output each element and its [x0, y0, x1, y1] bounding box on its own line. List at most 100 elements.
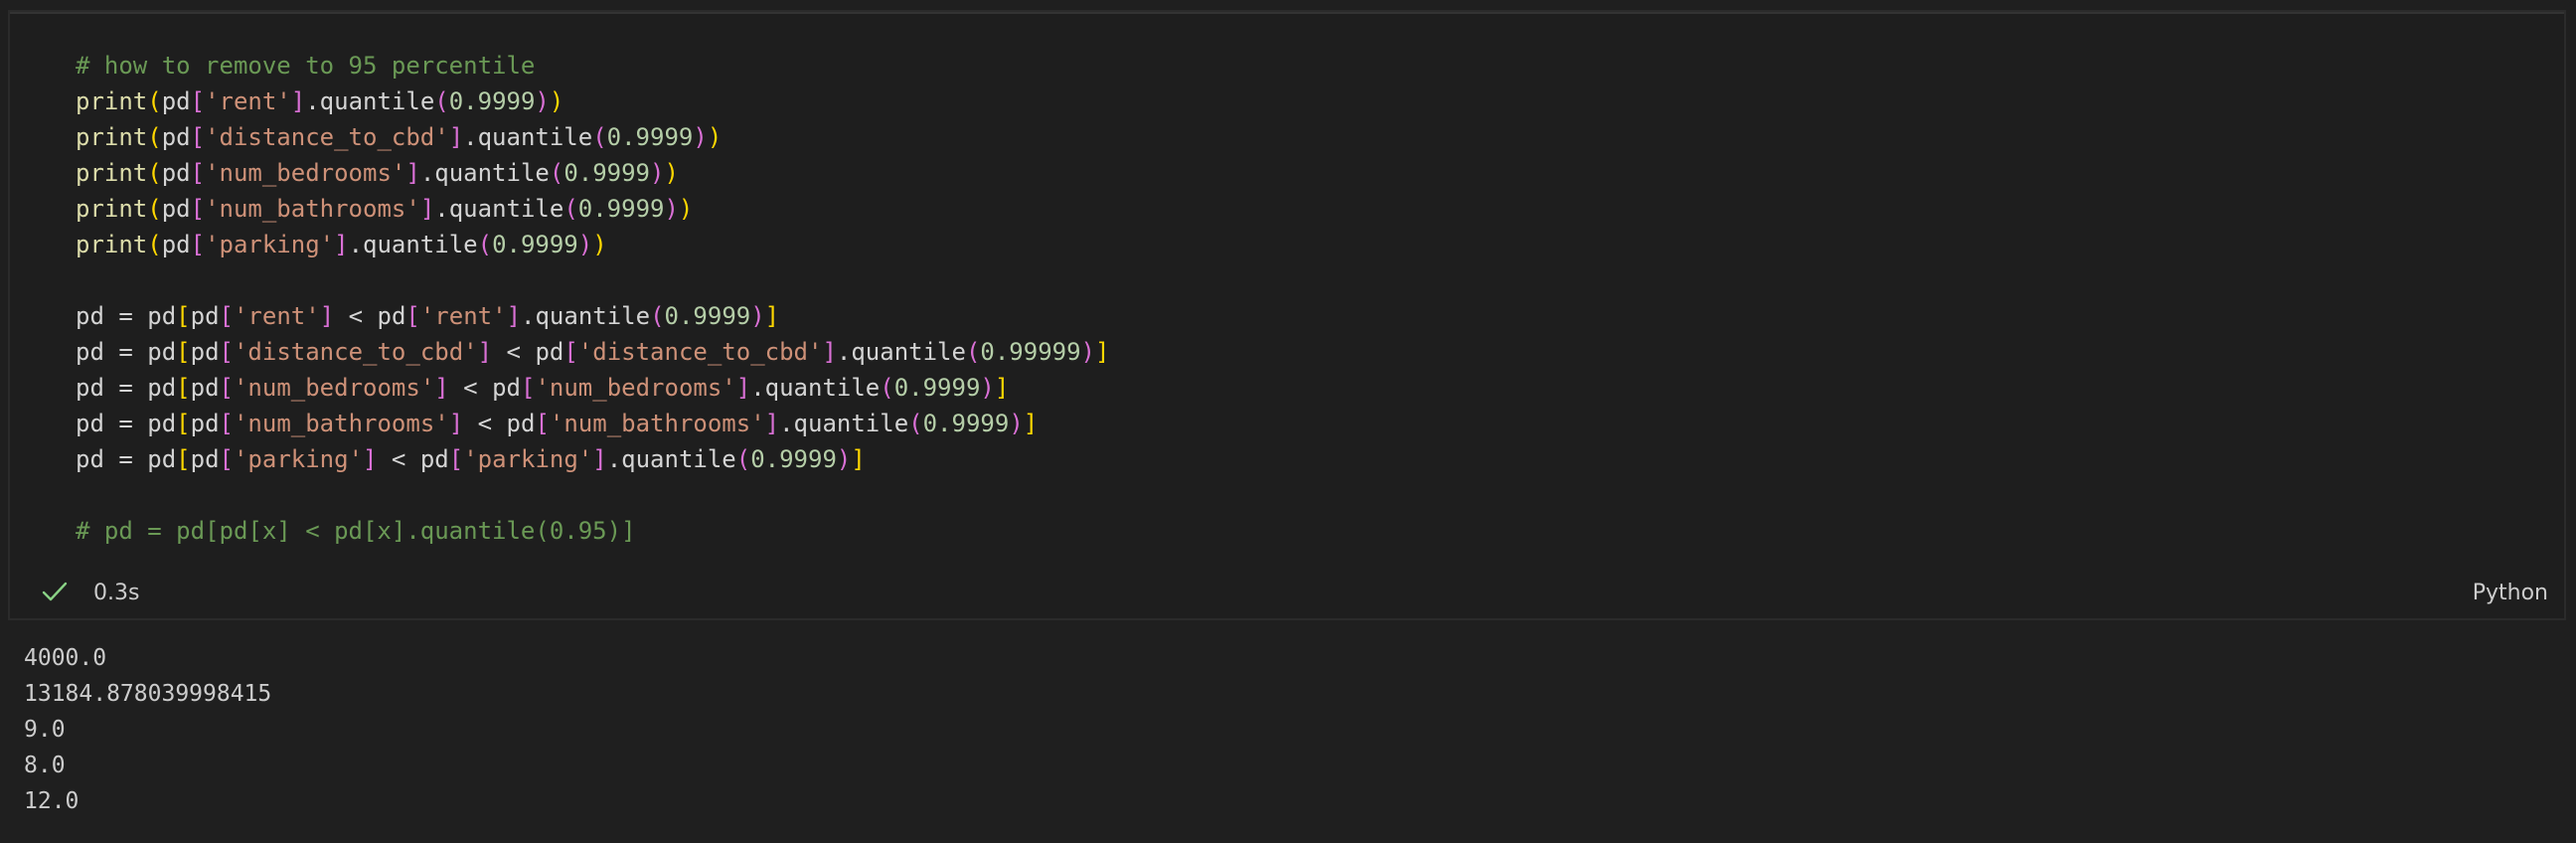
code-token: =: [118, 374, 133, 402]
code-token: =: [118, 445, 133, 473]
code-token: (: [147, 123, 162, 151]
code-token: =: [118, 410, 133, 437]
code-token: (: [477, 231, 493, 258]
code-token: 0.9999: [606, 123, 694, 151]
code-token: ): [836, 445, 852, 473]
code-token: pd: [161, 123, 191, 151]
code-token: (: [965, 338, 981, 366]
code-token: [: [176, 374, 191, 402]
code-token: print: [76, 123, 148, 151]
code-token: pd: [161, 87, 191, 115]
code-token: (: [650, 302, 665, 330]
code-line: print(pd['distance_to_cbd'].quantile(0.9…: [76, 119, 1109, 155]
code-token: ): [693, 123, 708, 151]
code-token: .quantile: [750, 374, 881, 402]
code-token: [: [190, 231, 206, 258]
code-token: pd: [132, 374, 177, 402]
code-token: 'parking': [205, 231, 335, 258]
language-selector[interactable]: Python: [2473, 581, 2548, 605]
code-token: 0.9999: [922, 410, 1010, 437]
code-token: ): [1080, 338, 1095, 366]
code-token: # how to remove to 95 percentile: [76, 52, 536, 80]
code-token: 0.9999: [492, 231, 578, 258]
code-token: print: [76, 159, 148, 187]
code-token: .quantile: [521, 302, 651, 330]
code-token: (: [564, 195, 578, 223]
code-line: pd = pd[pd['num_bedrooms'] < pd['num_bed…: [76, 370, 1109, 406]
code-token: =: [118, 302, 133, 330]
code-token: ): [980, 374, 995, 402]
code-token: ): [678, 195, 694, 223]
code-line: pd = pd[pd['parking'] < pd['parking'].qu…: [76, 441, 1109, 477]
code-line: print(pd['parking'].quantile(0.9999)): [76, 227, 1109, 262]
code-line: pd = pd[pd['distance_to_cbd'] < pd['dist…: [76, 334, 1109, 370]
code-editor[interactable]: # how to remove to 95 percentile print(pd…: [76, 48, 1109, 549]
code-token: ]: [735, 374, 751, 402]
code-token: [: [190, 87, 206, 115]
code-cell[interactable]: # how to remove to 95 percentile print(pd…: [8, 10, 2566, 620]
code-token: ]: [448, 410, 464, 437]
code-token: .quantile: [305, 87, 435, 115]
code-token: 0.9999: [893, 374, 981, 402]
code-token: .quantile: [434, 195, 564, 223]
code-token: pd: [161, 195, 191, 223]
code-token: [: [190, 195, 206, 223]
code-token: pd: [419, 445, 449, 473]
code-token: ]: [405, 159, 420, 187]
code-token: .quantile: [836, 338, 966, 366]
code-token: 'num_bedrooms': [205, 159, 406, 187]
code-token: 0.9999: [750, 445, 837, 473]
code-token: <: [334, 302, 378, 330]
code-token: pd: [132, 302, 177, 330]
code-token: ): [549, 87, 564, 115]
code-token: [: [190, 159, 206, 187]
code-token: ): [664, 159, 679, 187]
output-line: 9.0: [24, 717, 66, 743]
code-token: pd: [190, 445, 220, 473]
code-token: 'parking': [233, 445, 364, 473]
code-token: (: [880, 374, 894, 402]
code-line: # pd = pd[pd[x] < pd[x].quantile(0.95)]: [76, 513, 1109, 549]
code-token: [: [190, 123, 206, 151]
code-token: 'parking': [463, 445, 593, 473]
code-token: (: [908, 410, 923, 437]
code-token: [: [176, 445, 191, 473]
code-token: [: [521, 374, 536, 402]
code-token: ]: [434, 374, 449, 402]
code-token: (: [147, 195, 162, 223]
code-token: ): [707, 123, 723, 151]
code-token: [: [535, 410, 550, 437]
code-line: print(pd['num_bathrooms'].quantile(0.999…: [76, 191, 1109, 227]
code-token: ): [592, 231, 607, 258]
code-token: ]: [363, 445, 378, 473]
code-token: [: [176, 410, 191, 437]
code-token: pd: [377, 302, 406, 330]
code-token: [: [448, 445, 464, 473]
code-token: pd: [492, 374, 521, 402]
code-token: ]: [319, 302, 335, 330]
code-token: pd: [506, 410, 536, 437]
code-token: <: [377, 445, 420, 473]
code-token: [: [176, 302, 191, 330]
code-token: ): [650, 159, 665, 187]
code-token: 0.9999: [448, 87, 536, 115]
code-token: ]: [764, 302, 780, 330]
code-token: ): [535, 87, 550, 115]
code-token: ]: [334, 231, 349, 258]
code-line: print(pd['num_bedrooms'].quantile(0.9999…: [76, 155, 1109, 191]
code-token: pd: [190, 338, 220, 366]
code-token: (: [147, 87, 162, 115]
code-token: (: [147, 231, 162, 258]
code-token: ]: [994, 374, 1010, 402]
output-line: 8.0: [24, 753, 66, 778]
code-token: print: [76, 87, 148, 115]
code-token: 0.99999: [980, 338, 1081, 366]
code-token: .quantile: [779, 410, 909, 437]
code-token: <: [463, 410, 507, 437]
code-token: (: [434, 87, 449, 115]
code-token: ]: [822, 338, 837, 366]
code-token: ]: [1023, 410, 1039, 437]
code-token: [: [405, 302, 420, 330]
